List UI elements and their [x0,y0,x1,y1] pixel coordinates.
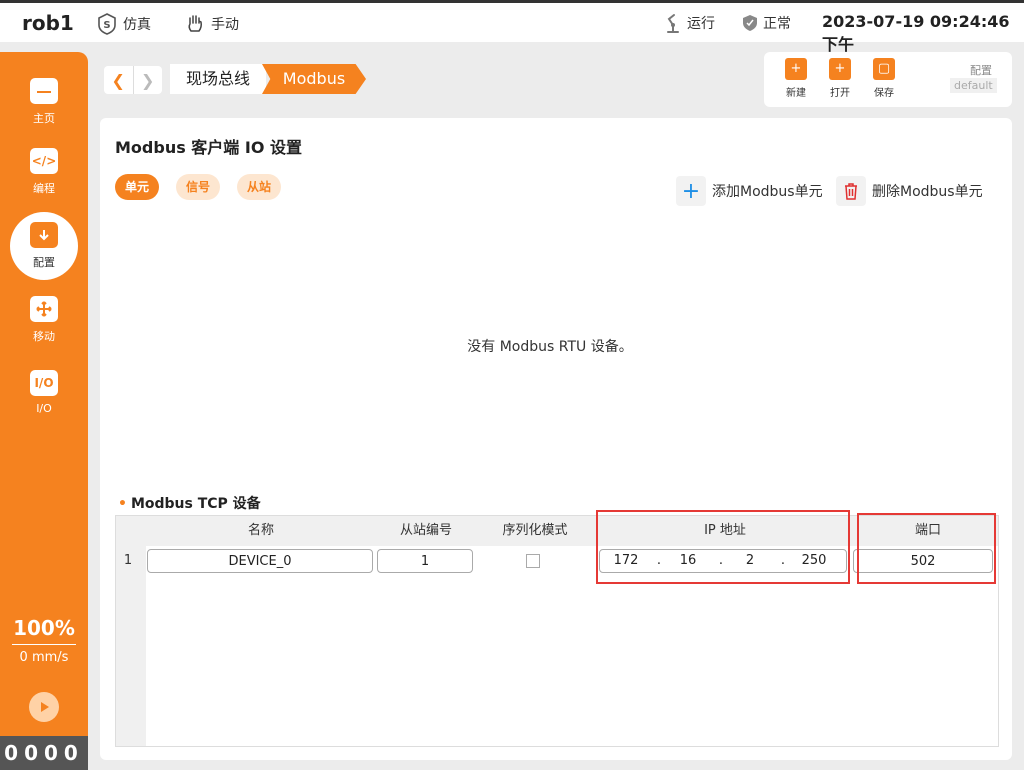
health-status: 正常 [742,13,791,33]
breadcrumb-modbus[interactable]: Modbus [262,64,366,94]
chevron-left-icon: ❮ [111,70,125,90]
manual-label: 手动 [211,17,239,33]
header-serial-mode: 序列化模式 [502,523,568,538]
bullet-icon: • [118,496,127,512]
page-title: Modbus 客户端 IO 设置 [115,138,303,157]
save-label: 保存 [874,88,894,99]
config-value: default [950,78,997,93]
svg-text:S: S [103,20,110,31]
back-button[interactable]: ❮ [104,66,134,94]
simulation-label: 仿真 [123,17,151,33]
header-name: 名称 [247,523,274,538]
new-file-icon: + [785,58,807,80]
manual-mode[interactable]: 手动 [184,13,239,35]
open-label: 打开 [830,88,850,99]
history-nav: ❮ ❯ [104,66,162,94]
file-toolbar: + 新建 + 打开 ▢ 保存 配置 default [764,52,1012,107]
tab-signal[interactable]: 信号 [176,174,221,200]
add-modbus-unit-button[interactable]: + 添加Modbus单元 [676,176,823,206]
delete-label: 删除Modbus单元 [872,184,983,200]
sidebar-item-config[interactable]: 配置 [10,212,78,280]
delete-modbus-unit-button[interactable]: 删除Modbus单元 [836,176,983,206]
new-button[interactable]: + 新建 [778,58,814,99]
device-name-input[interactable]: DEVICE_0 [147,549,373,573]
top-bar: rob1 S 仿真 手动 运行 正常 2023-07-19 09:24:46 下… [0,0,1024,54]
forward-button[interactable]: ❯ [134,66,163,94]
new-label: 新建 [786,88,806,99]
status-label: 正常 [763,16,791,32]
tcp-title-text: Modbus TCP 设备 [130,496,261,512]
sidebar-item-io[interactable]: I/O I/O [0,358,88,426]
port-highlight-box [857,513,996,584]
hand-icon [184,13,206,35]
plus-icon: + [676,176,706,206]
modbus-settings-panel: Modbus 客户端 IO 设置 单元 信号 从站 + 添加Modbus单元 删… [100,118,1012,760]
slave-id-input[interactable]: 1 [377,549,473,573]
play-button[interactable] [29,692,59,722]
sidebar-item-label: I/O [36,401,52,415]
sidebar-item-program[interactable]: </> 编程 [0,138,88,206]
serial-mode-checkbox[interactable] [526,554,540,568]
run-status: 运行 [664,13,715,33]
empty-rtu-message: 没有 Modbus RTU 设备。 [467,339,633,355]
sidebar-item-home[interactable]: 主页 [0,68,88,136]
sidebar-item-label: 移动 [33,330,55,343]
sidebar-item-label: 配置 [33,256,55,269]
datetime: 2023-07-19 09:24:46 下午 [822,12,1010,54]
code-icon: </> [30,148,58,174]
play-icon [41,702,49,712]
save-icon: ▢ [873,58,895,80]
shield-icon [742,14,758,32]
io-icon: I/O [30,369,58,396]
config-label: 配置 [970,64,992,77]
header-slave-id: 从站编号 [399,523,452,538]
trash-icon [836,176,866,206]
speed-value: 0 mm/s [19,650,69,665]
save-button[interactable]: ▢ 保存 [866,58,902,99]
tab-slave[interactable]: 从站 [237,174,282,200]
sidebar-item-move[interactable]: 移动 [0,286,88,354]
open-button[interactable]: + 打开 [822,58,858,99]
io-counter: 0000 [0,736,88,770]
sidebar-item-label: 主页 [33,112,55,125]
home-icon [30,78,58,104]
speed-divider [12,644,76,645]
add-label: 添加Modbus单元 [712,184,823,200]
config-icon [30,222,58,248]
ip-highlight-box [596,510,850,584]
move-icon [30,296,58,322]
simulation-mode[interactable]: S 仿真 [96,13,151,35]
sidebar-item-label: 编程 [33,182,55,195]
robot-arm-icon [664,13,682,33]
run-label: 运行 [687,16,715,32]
tcp-section-title: • Modbus TCP 设备 [118,493,261,513]
chevron-right-icon: ❯ [141,70,155,90]
simulation-icon: S [96,13,118,35]
sidebar: 主页 </> 编程 配置 移动 I/O I/O 100% 0 mm/s 0000 [0,52,88,770]
row-index: 1 [123,553,133,568]
speed-percent[interactable]: 100% [0,616,88,640]
tab-unit[interactable]: 单元 [115,174,160,200]
folder-icon: + [829,58,851,80]
robot-name: rob1 [22,11,74,35]
breadcrumb-fieldbus[interactable]: 现场总线 [170,64,266,94]
